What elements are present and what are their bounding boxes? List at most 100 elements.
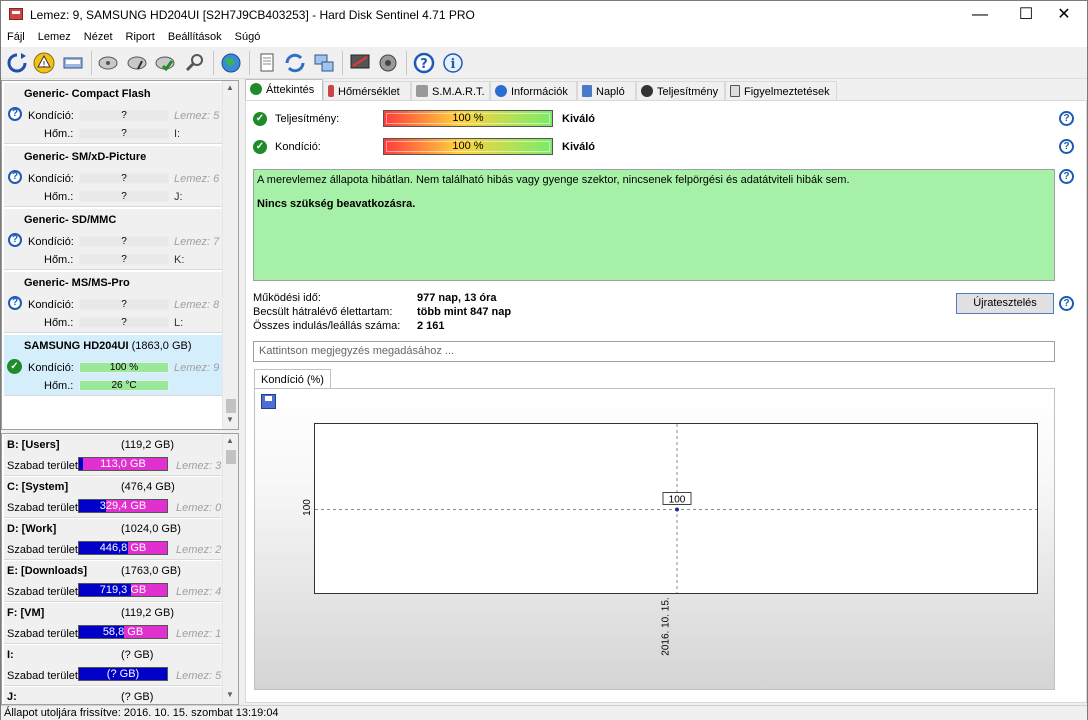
uptime-label: Működési idő: <box>253 292 321 304</box>
chart-tab-condition[interactable]: Kondíció (%) <box>254 369 331 389</box>
save-icon[interactable] <box>261 394 276 409</box>
test2-icon[interactable] <box>126 51 150 75</box>
temperature-label: Hőm.: <box>44 254 74 266</box>
menu-disk[interactable]: Lemez <box>32 29 78 43</box>
close-button[interactable]: ✕ <box>1041 1 1087 29</box>
help-icon[interactable]: ? <box>412 51 436 75</box>
menu-settings[interactable]: Beállítások <box>162 29 229 43</box>
volume-item[interactable]: E: [Downloads] (1763,0 GB) Szabad terület 7… <box>4 561 222 602</box>
volume-item[interactable]: I: (? GB) Szabad terület (? GB) Lemez: 5 <box>4 645 222 686</box>
condition-label: Kondíció: <box>28 173 74 185</box>
help-icon[interactable]: ? <box>1059 169 1074 184</box>
condition-value: ? <box>79 110 169 121</box>
temperature-value: 26 °C <box>79 380 169 391</box>
refresh-icon[interactable] <box>5 51 29 75</box>
disk-number: Lemez: 5 <box>174 110 220 122</box>
condition-label: Kondíció: <box>28 362 74 374</box>
condition-value: ? <box>79 299 169 310</box>
volume-item[interactable]: J: (? GB) <box>4 687 222 704</box>
condition-rating: Kiváló <box>562 141 596 153</box>
condition-bar: 100 % <box>383 138 553 155</box>
condition-label: Kondíció: <box>28 110 74 122</box>
disk-number: Lemez: 3 <box>176 460 222 472</box>
monitor-icon[interactable] <box>348 51 372 75</box>
device-item[interactable]: SAMSUNG HD204UI (1863,0 GB) ✓ Kondíció: Hőm… <box>4 335 222 396</box>
tab-overview[interactable]: Áttekintés <box>245 79 323 101</box>
device-name: Generic- SD/MMC <box>24 214 117 226</box>
disk-number: Lemez: 2 <box>176 544 222 556</box>
volume-item[interactable]: B: [Users] (119,2 GB) Szabad terület 113,0 … <box>4 435 222 476</box>
free-space-label: Szabad terület <box>7 628 78 640</box>
temperature-value: ? <box>79 317 169 328</box>
main-tabs: Áttekintés Hőmérséklet S.M.A.R.T. Inform… <box>245 79 1087 101</box>
tab-temperature[interactable]: Hőmérséklet <box>323 81 411 101</box>
performance-rating: Kiváló <box>562 113 596 125</box>
copy-icon[interactable] <box>283 51 307 75</box>
help-icon[interactable]: ? <box>1059 296 1074 311</box>
tab-performance[interactable]: Teljesítmény <box>636 81 725 101</box>
menu-file[interactable]: Fájl <box>1 29 32 43</box>
speaker-icon[interactable] <box>376 51 400 75</box>
alert-icon[interactable]: ! <box>32 51 56 75</box>
free-space-bar: 58,8 GB <box>78 625 168 639</box>
free-space-bar: 329,4 GB <box>78 499 168 513</box>
free-space-bar: 446,8 GB <box>78 541 168 555</box>
temperature-value: ? <box>79 254 169 265</box>
status-description: A merevlemez állapota hibátlan. Nem talá… <box>253 169 1055 281</box>
retest-button[interactable]: Újratesztelés <box>956 293 1054 314</box>
report-icon[interactable] <box>255 51 279 75</box>
main-window: Lemez: 9, SAMSUNG HD204UI [S2H7J9CB40325… <box>0 0 1088 720</box>
uptime-value: 977 nap, 13 óra <box>417 292 497 304</box>
title-bar: Lemez: 9, SAMSUNG HD204UI [S2H7J9CB40325… <box>1 1 1087 29</box>
volume-name: J: <box>7 691 17 703</box>
tab-smart[interactable]: S.M.A.R.T. <box>411 81 490 101</box>
free-space-label: Szabad terület <box>7 502 78 514</box>
device-list-scrollbar[interactable]: ▲ ▼ <box>222 81 238 429</box>
condition-label: Kondíció: <box>275 141 321 153</box>
test-icon[interactable] <box>97 51 121 75</box>
disk-number: Lemez: 7 <box>174 236 220 248</box>
volume-size: (476,4 GB) <box>121 481 175 493</box>
device-name: Generic- MS/MS-Pro <box>24 277 130 289</box>
tab-log[interactable]: Napló <box>577 81 636 101</box>
device-item[interactable]: Generic- MS/MS-Pro ? Kondíció: Hőm.:?? Leme… <box>4 272 222 333</box>
device-name: Generic- Compact Flash <box>24 88 151 100</box>
data-label: 100 <box>669 495 686 506</box>
device-item[interactable]: Generic- SD/MMC ? Kondíció: Hőm.:?? Lemez: … <box>4 209 222 270</box>
network-icon[interactable] <box>312 51 336 75</box>
globe-icon[interactable] <box>219 51 243 75</box>
search-icon[interactable] <box>183 51 207 75</box>
free-space-bar: 719,3 GB <box>78 583 168 597</box>
free-space-label: Szabad terület <box>7 544 78 556</box>
temperature-label: Hőm.: <box>44 317 74 329</box>
volume-item[interactable]: C: [System] (476,4 GB) Szabad terület 329,4… <box>4 477 222 518</box>
volume-size: (1024,0 GB) <box>121 523 181 535</box>
help-icon[interactable]: ? <box>1059 139 1074 154</box>
volume-list-scrollbar[interactable]: ▲ ▼ <box>222 434 238 704</box>
volume-item[interactable]: F: [VM] (119,2 GB) Szabad terület 58,8 GB Le… <box>4 603 222 644</box>
menu-view[interactable]: Nézet <box>78 29 120 43</box>
tab-alerts[interactable]: Figyelmeztetések <box>725 81 837 101</box>
disk-number: Lemez: 6 <box>174 173 220 185</box>
minimize-button[interactable]: — <box>957 1 1003 29</box>
volume-list-panel: B: [Users] (119,2 GB) Szabad terület 113,0 … <box>1 433 239 705</box>
device-name: Generic- SM/xD-Picture <box>24 151 147 163</box>
tab-information[interactable]: Információk <box>490 81 577 101</box>
disk-number: Lemez: 1 <box>176 628 222 640</box>
volume-size: (119,2 GB) <box>121 439 174 451</box>
drive-letter: I: <box>174 128 181 140</box>
device-item[interactable]: Generic- SM/xD-Picture ? Kondíció: Hőm.:??… <box>4 146 222 207</box>
question-icon: ? <box>8 296 22 310</box>
temperature-label: Hőm.: <box>44 128 74 140</box>
disk-number: Lemez: 5 <box>176 670 222 682</box>
note-input[interactable]: Kattintson megjegyzés megadásához ... <box>253 341 1055 362</box>
info-icon[interactable]: i <box>441 51 465 75</box>
drive-icon[interactable] <box>61 51 85 75</box>
performance-label: Teljesítmény: <box>275 113 340 125</box>
menu-report[interactable]: Riport <box>120 29 162 43</box>
menu-help[interactable]: Súgó <box>229 29 268 43</box>
device-item[interactable]: Generic- Compact Flash ? Kondíció: Hőm.:??… <box>4 83 222 144</box>
volume-item[interactable]: D: [Work] (1024,0 GB) Szabad terület 446,8 … <box>4 519 222 560</box>
help-icon[interactable]: ? <box>1059 111 1074 126</box>
test3-icon[interactable] <box>154 51 178 75</box>
